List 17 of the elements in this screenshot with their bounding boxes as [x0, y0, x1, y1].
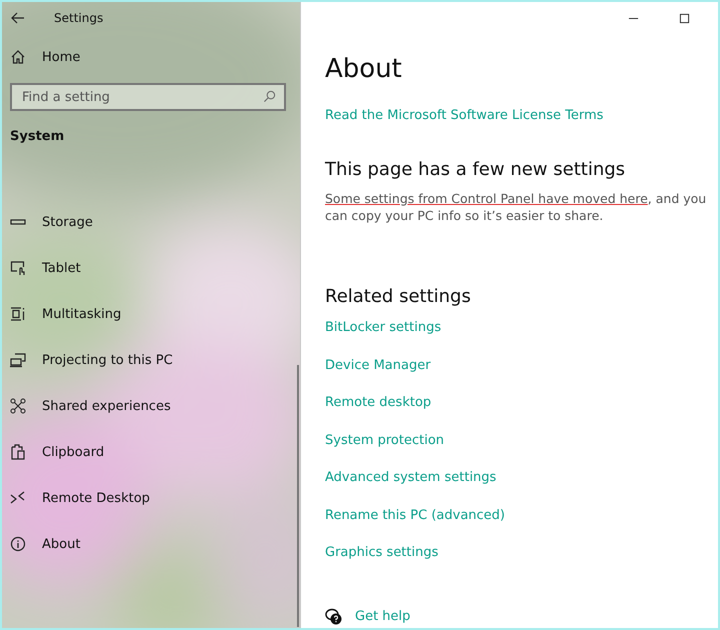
- window-title: Settings: [54, 11, 104, 25]
- sidebar-item[interactable]: Tablet: [2, 245, 300, 291]
- sidebar-item[interactable]: Projecting to this PC: [2, 337, 300, 383]
- notice-text: Some settings from Control Panel have moved here, and you can copy your PC info so it’s easier to share.: [325, 190, 708, 224]
- page-title: About: [325, 54, 403, 84]
- sidebar-item[interactable]: Shared experiences: [2, 383, 300, 429]
- sidebar-item[interactable]: Clipboard: [2, 429, 300, 475]
- notice-heading: This page has a few new settings: [325, 159, 626, 180]
- moved-settings-link[interactable]: Some settings from Control Panel have moved here: [325, 191, 648, 206]
- sidebar-item[interactable]: Storage: [2, 199, 300, 245]
- home-link[interactable]: Home: [42, 50, 80, 64]
- sidebar-item[interactable]: Multitasking: [2, 291, 300, 337]
- sidebar-item[interactable]: Remote Desktop: [2, 475, 300, 521]
- related-heading: Related settings: [325, 286, 472, 307]
- sidebar-item[interactable]: About: [2, 521, 300, 567]
- section-heading: System: [9, 128, 66, 146]
- search-field[interactable]: Find a setting: [10, 83, 286, 111]
